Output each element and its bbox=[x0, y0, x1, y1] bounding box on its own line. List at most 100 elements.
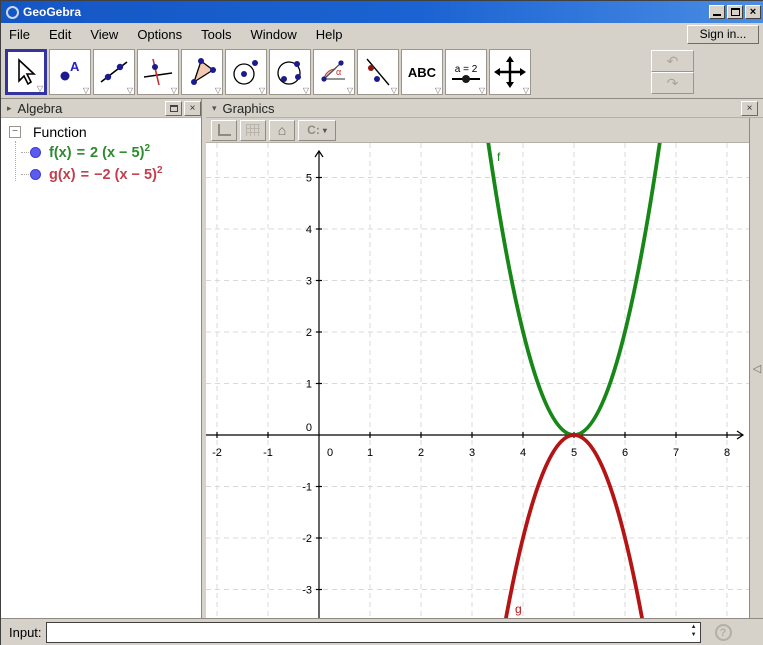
angle-icon: α bbox=[319, 57, 349, 87]
algebra-item-g[interactable]: g(x)=−2 (x − 5)2 bbox=[21, 163, 201, 185]
expression-f: f(x)=2 (x − 5)2 bbox=[49, 143, 150, 161]
svg-text:5: 5 bbox=[306, 173, 312, 185]
input-history-spinner[interactable]: ▲ ▼ bbox=[691, 623, 697, 640]
menu-options[interactable]: Options bbox=[137, 27, 182, 42]
input-bar: Input: ▲ ▼ ? bbox=[1, 618, 763, 645]
algebra-header: ▸ Algebra × bbox=[1, 99, 201, 118]
expression-g: g(x)=−2 (x − 5)2 bbox=[49, 165, 163, 183]
maximize-button[interactable] bbox=[727, 5, 743, 19]
toggle-grid-button[interactable] bbox=[240, 120, 266, 141]
tool-bar: ▽ A ▽ ▽ bbox=[1, 46, 763, 99]
svg-text:4: 4 bbox=[520, 447, 526, 459]
menu-file[interactable]: File bbox=[9, 27, 30, 42]
move-graphics-view-tool-button[interactable]: ▽ bbox=[489, 49, 531, 95]
tree-collapse-button[interactable]: − bbox=[9, 126, 21, 138]
reflect-about-line-icon bbox=[363, 57, 393, 87]
visibility-marble-f[interactable] bbox=[30, 147, 41, 158]
dropdown-triangle-icon: ▽ bbox=[435, 87, 441, 95]
point-tool-button[interactable]: A ▽ bbox=[49, 49, 91, 95]
perpendicular-line-tool-button[interactable]: ▽ bbox=[137, 49, 179, 95]
y-axis-labels: 5 4 3 2 1 0 -1 -2 -3 bbox=[302, 173, 312, 597]
reflect-tool-button[interactable]: ▽ bbox=[357, 49, 399, 95]
circle-center-point-icon bbox=[231, 57, 261, 87]
line-tool-button[interactable]: ▽ bbox=[93, 49, 135, 95]
sign-in-button[interactable]: Sign in... bbox=[687, 25, 759, 44]
text-tool-button[interactable]: ABC ▽ bbox=[401, 49, 443, 95]
slider-tool-button[interactable]: a = 2 ▽ bbox=[445, 49, 487, 95]
spinner-down-icon: ▼ bbox=[691, 631, 697, 639]
menu-tools[interactable]: Tools bbox=[201, 27, 231, 42]
dropdown-triangle-icon: ▽ bbox=[37, 85, 43, 93]
menu-edit[interactable]: Edit bbox=[49, 27, 71, 42]
conic-tool-button[interactable]: ▽ bbox=[269, 49, 311, 95]
curve-label-f[interactable]: f bbox=[497, 150, 501, 164]
graphics-close-button[interactable]: × bbox=[741, 101, 758, 116]
grid-lines bbox=[206, 143, 749, 619]
collapse-left-icon: ◁ bbox=[753, 362, 761, 375]
undock-icon bbox=[170, 105, 178, 112]
geogebra-window: GeoGebra × File Edit View Options Tools … bbox=[0, 0, 763, 645]
svg-text:-1: -1 bbox=[263, 447, 273, 459]
maximize-icon bbox=[731, 8, 740, 16]
toggle-axes-button[interactable] bbox=[211, 120, 237, 141]
move-view-icon bbox=[494, 56, 526, 88]
sidebar-collapse-strip[interactable]: ◁ bbox=[749, 118, 763, 618]
algebra-item-f[interactable]: f(x)=2 (x − 5)2 bbox=[21, 141, 201, 163]
svg-text:8: 8 bbox=[724, 447, 730, 459]
svg-text:2: 2 bbox=[306, 327, 312, 339]
x-axis-labels: -2 -1 0 1 2 3 4 5 6 7 8 bbox=[212, 447, 730, 459]
minimize-button[interactable] bbox=[709, 5, 725, 19]
graphics-panel: ▾ Graphics × ⌂ C: ▾ bbox=[206, 99, 763, 618]
geogebra-logo-icon bbox=[6, 6, 19, 19]
dropdown-triangle-icon: ▽ bbox=[215, 87, 221, 95]
svg-text:3: 3 bbox=[469, 447, 475, 459]
spinner-up-icon: ▲ bbox=[691, 623, 697, 631]
grid-icon bbox=[246, 124, 260, 136]
tree-root-label: Function bbox=[33, 124, 87, 140]
point-capturing-dropdown[interactable]: C: ▾ bbox=[298, 120, 336, 141]
svg-text:0: 0 bbox=[327, 447, 333, 459]
menu-window[interactable]: Window bbox=[250, 27, 296, 42]
dropdown-triangle-icon: ▽ bbox=[347, 87, 353, 95]
algebra-undock-button[interactable] bbox=[165, 101, 182, 116]
input-help-button[interactable]: ? bbox=[715, 624, 732, 641]
circle-tool-button[interactable]: ▽ bbox=[225, 49, 267, 95]
close-button[interactable]: × bbox=[745, 5, 761, 19]
svg-text:2: 2 bbox=[418, 447, 424, 459]
dropdown-triangle-icon: ▽ bbox=[391, 87, 397, 95]
main-area: ▸ Algebra × − Function f(x)=2 (x − 5)2 bbox=[1, 99, 763, 618]
slider-icon: a = 2 bbox=[452, 64, 480, 80]
standard-view-button[interactable]: ⌂ bbox=[269, 120, 295, 141]
new-point-icon: A bbox=[55, 57, 85, 87]
point-capturing-label: C: bbox=[307, 123, 320, 137]
redo-button[interactable]: ↷ bbox=[651, 72, 694, 94]
dropdown-triangle-icon: ▽ bbox=[83, 87, 89, 95]
menu-help[interactable]: Help bbox=[316, 27, 343, 42]
curve-label-g[interactable]: g bbox=[515, 602, 522, 616]
svg-text:6: 6 bbox=[622, 447, 628, 459]
visibility-marble-g[interactable] bbox=[30, 169, 41, 180]
polygon-tool-button[interactable]: ▽ bbox=[181, 49, 223, 95]
command-input[interactable] bbox=[46, 622, 701, 643]
move-tool-button[interactable]: ▽ bbox=[5, 49, 47, 95]
ellipse-icon bbox=[275, 57, 305, 87]
angle-tool-button[interactable]: α ▽ bbox=[313, 49, 355, 95]
svg-text:-2: -2 bbox=[212, 447, 222, 459]
graphics-canvas[interactable]: -2 -1 0 1 2 3 4 5 6 7 8 5 bbox=[206, 142, 749, 618]
algebra-panel: ▸ Algebra × − Function f(x)=2 (x − 5)2 bbox=[1, 99, 202, 618]
svg-text:-1: -1 bbox=[302, 482, 312, 494]
algebra-collapse-icon[interactable]: ▸ bbox=[7, 103, 12, 114]
svg-text:-2: -2 bbox=[302, 533, 312, 545]
algebra-close-button[interactable]: × bbox=[184, 101, 201, 116]
svg-text:1: 1 bbox=[367, 447, 373, 459]
graphics-collapse-icon[interactable]: ▾ bbox=[212, 103, 217, 114]
dropdown-triangle-icon: ▽ bbox=[259, 87, 265, 95]
menu-view[interactable]: View bbox=[90, 27, 118, 42]
svg-text:α: α bbox=[336, 67, 341, 77]
minimize-icon bbox=[713, 14, 721, 16]
graphics-style-bar: ⌂ C: ▾ bbox=[206, 118, 749, 142]
svg-text:0: 0 bbox=[306, 422, 312, 434]
undo-button[interactable]: ↶ bbox=[651, 50, 694, 72]
move-cursor-icon bbox=[11, 57, 41, 87]
svg-text:3: 3 bbox=[306, 276, 312, 288]
